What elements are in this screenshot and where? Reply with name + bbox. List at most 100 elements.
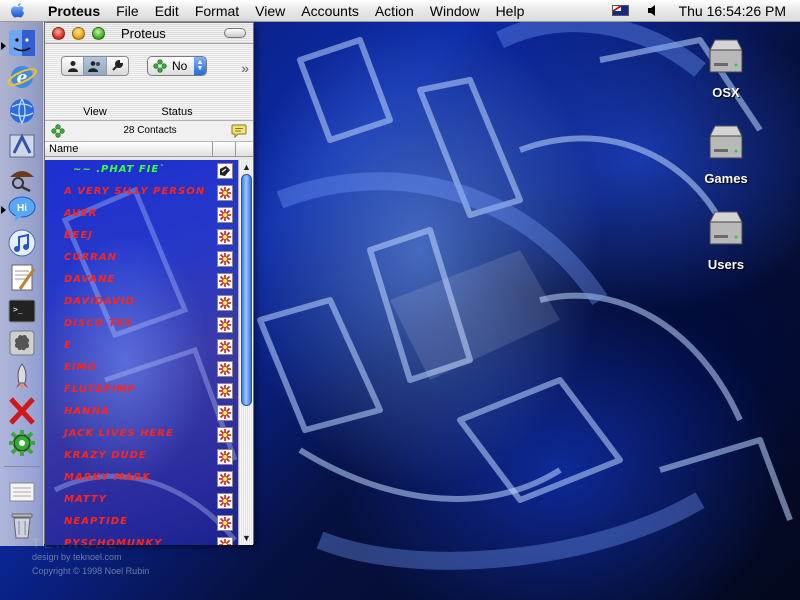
window-titlebar[interactable]: Proteus [45, 23, 253, 44]
people-icon [87, 61, 100, 72]
gear-icon [8, 429, 35, 456]
menu-window[interactable]: Window [422, 0, 488, 22]
contact-row[interactable]: MARKY MARK [45, 468, 238, 490]
contacts-count: 28 Contacts [123, 125, 177, 136]
menu-app-proteus[interactable]: Proteus [34, 0, 108, 22]
scroll-down-arrow-icon[interactable]: ▼ [242, 533, 251, 543]
away-status-icon [217, 537, 233, 545]
dock-gear-app[interactable] [5, 426, 38, 459]
zoom-button[interactable] [92, 27, 105, 40]
speech-bubble-icon[interactable] [231, 124, 247, 138]
dock-finder[interactable] [5, 26, 38, 59]
contact-name: A VERY SILLY PERSON [64, 186, 206, 197]
contact-row[interactable]: KRAZY DUDE [45, 446, 238, 468]
away-status-icon [217, 515, 233, 531]
contact-row[interactable]: FLUTEPIMP [45, 380, 238, 402]
dock-system-prefs[interactable] [5, 326, 38, 359]
away-status-icon [217, 427, 233, 443]
dock-mail[interactable] [5, 128, 38, 161]
contact-row[interactable]: PYSCHOMUNKY [45, 534, 238, 545]
speaker-icon[interactable] [647, 4, 661, 17]
input-flag-icon[interactable] [611, 5, 629, 16]
close-button[interactable] [52, 27, 65, 40]
drive-games[interactable]: Games [690, 122, 762, 186]
away-status-icon [217, 185, 233, 201]
rocket-icon [15, 362, 28, 391]
toolbar-overflow-chevron-icon[interactable]: » [241, 60, 249, 76]
hard-drive-icon [709, 39, 743, 73]
menu-file[interactable]: File [108, 0, 147, 22]
sherlock-icon [9, 170, 34, 192]
dock-internet-explorer[interactable]: e [5, 60, 38, 93]
documents-icon [9, 482, 34, 501]
contact-row[interactable]: AVER [45, 204, 238, 226]
contact-name: FLUTEPIMP [64, 384, 136, 395]
dock-sherlock[interactable] [5, 160, 38, 193]
dock-trash[interactable] [5, 508, 38, 541]
contact-row[interactable]: MATTY [45, 490, 238, 512]
contact-name: PYSCHOMUNKY [64, 538, 163, 545]
contact-row[interactable]: E [45, 336, 238, 358]
menu-format[interactable]: Format [187, 0, 247, 22]
menu-clock[interactable]: Thu 16:54:26 PM [679, 3, 786, 19]
contact-row[interactable]: BEEJ [45, 226, 238, 248]
terminal-icon: >_ [8, 299, 35, 322]
view-single-user-button[interactable] [62, 57, 85, 75]
contacts-info-bar: 28 Contacts [45, 121, 253, 142]
contact-row[interactable]: A VERY SILLY PERSON [45, 182, 238, 204]
away-status-icon [217, 339, 233, 355]
drive-osx[interactable]: OSX [690, 36, 762, 100]
contact-name: DAVANE [64, 274, 116, 285]
contact-row[interactable]: DAVANE [45, 270, 238, 292]
column-header-name[interactable]: Name [49, 143, 78, 155]
menu-edit[interactable]: Edit [147, 0, 187, 22]
column-divider [212, 142, 213, 157]
contact-list: ~~ .PHAT FIE` A VERY SILLY PERSON AVER BEEJ… [45, 160, 238, 545]
contact-name: JACK LIVES HERE [64, 428, 174, 439]
dock-terminal[interactable]: >_ [5, 294, 38, 327]
drive-users[interactable]: Users [690, 208, 762, 272]
x-app-icon [8, 396, 35, 425]
dock-rocket[interactable] [5, 360, 38, 393]
contact-name: EIMO [64, 362, 98, 373]
dock-textedit[interactable] [5, 260, 38, 293]
drive-label: Games [704, 171, 748, 186]
contact-name: BEEJ [64, 230, 94, 241]
contact-row[interactable]: NEAPTIDE [45, 512, 238, 534]
minimize-button[interactable] [72, 27, 85, 40]
drive-label: Users [707, 257, 745, 272]
contact-row[interactable]: ~~ .PHAT FIE` [45, 160, 238, 182]
view-group-button[interactable] [84, 57, 107, 75]
contact-row[interactable]: DISCO TEX [45, 314, 238, 336]
column-header: Name [45, 142, 253, 157]
scroll-thumb[interactable] [241, 174, 252, 406]
dock-documents[interactable] [5, 474, 38, 507]
dock: e Hi >_ [0, 22, 44, 546]
toolbar-toggle-button[interactable] [224, 28, 246, 38]
dock-x-app[interactable] [5, 394, 38, 427]
contact-row[interactable]: JACK LIVES HERE [45, 424, 238, 446]
dock-itunes[interactable] [5, 226, 38, 259]
contact-row[interactable]: DAVIDAVID [45, 292, 238, 314]
menu-action[interactable]: Action [367, 0, 422, 22]
status-popup-button[interactable]: No ▲ ▼ [147, 56, 207, 76]
scroll-up-arrow-icon[interactable]: ▲ [242, 162, 251, 172]
menu-help[interactable]: Help [488, 0, 533, 22]
contact-list-scrollbar[interactable]: ▲ ▼ [238, 160, 253, 545]
contact-row[interactable]: CURRAN [45, 248, 238, 270]
menu-accounts[interactable]: Accounts [293, 0, 367, 22]
system-prefs-icon [9, 330, 34, 355]
menu-view[interactable]: View [247, 0, 293, 22]
internet-explorer-icon: e [6, 65, 37, 88]
away-status-icon [217, 295, 233, 311]
contact-row[interactable]: HANNA [45, 402, 238, 424]
dock-network[interactable] [5, 94, 38, 127]
dock-ichat[interactable]: Hi [5, 192, 38, 225]
apple-menu[interactable] [0, 0, 34, 22]
away-status-icon [217, 383, 233, 399]
contact-row[interactable]: EIMO [45, 358, 238, 380]
svg-text:Hi: Hi [17, 203, 27, 214]
view-tools-button[interactable] [107, 57, 128, 75]
hard-drive-icon [709, 211, 743, 245]
idle-status-icon [217, 163, 233, 179]
